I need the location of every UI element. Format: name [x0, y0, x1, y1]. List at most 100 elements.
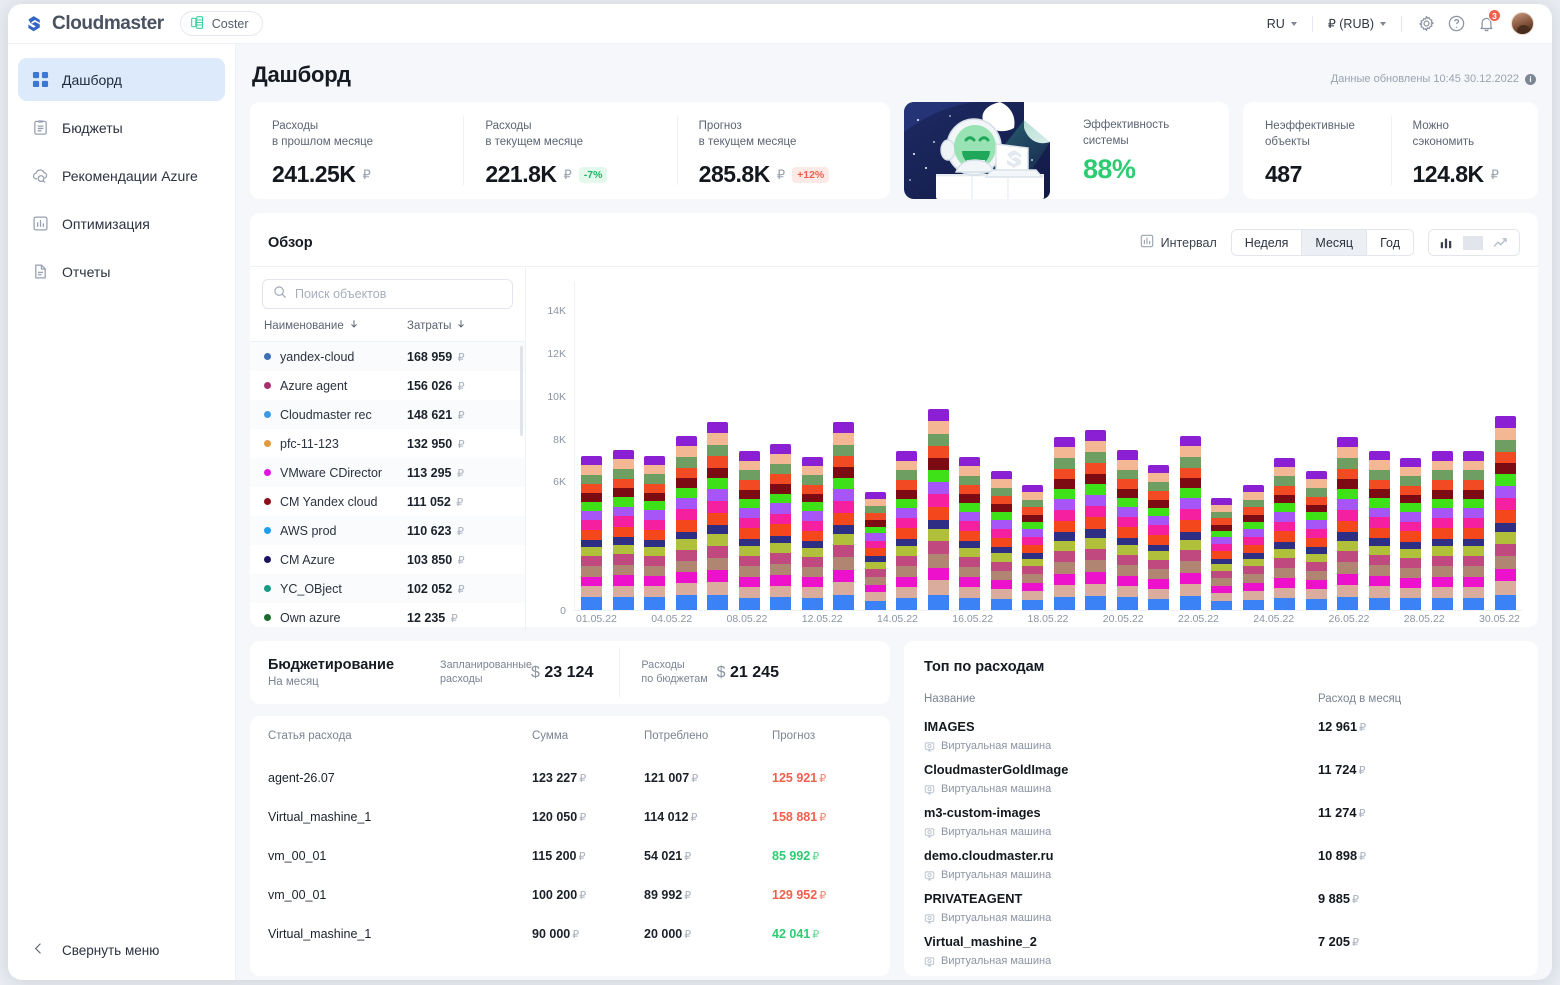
collapse-menu-button[interactable]: Свернуть меню — [8, 942, 235, 958]
search-box[interactable] — [262, 279, 513, 309]
chart-bar[interactable] — [581, 456, 602, 610]
sidebar-item-reports[interactable]: Отчеты — [18, 250, 225, 293]
chart-bar[interactable] — [1085, 430, 1107, 610]
bar-chart-view-button[interactable] — [1429, 236, 1463, 250]
chart-bar[interactable] — [1148, 464, 1170, 610]
chart-bar-segment — [612, 468, 634, 479]
line-chart-view-button[interactable] — [1483, 236, 1519, 250]
chart-bar[interactable] — [927, 409, 949, 610]
chart-bar[interactable] — [1368, 450, 1390, 610]
chart-bar[interactable] — [833, 421, 855, 610]
chart-bar-segment — [1494, 485, 1516, 498]
sort-by-cost[interactable]: Затраты — [407, 319, 511, 332]
object-list-item[interactable]: CM Yandex cloud 111 052 ₽ — [250, 487, 525, 516]
list-item[interactable]: m3-custom-images 11 274 ₽ Виртуальная машин… — [924, 805, 1518, 838]
sort-by-name[interactable]: Наименование — [264, 319, 407, 332]
sidebar-item-optimization[interactable]: Оптимизация — [18, 202, 225, 245]
table-row[interactable]: vm_00_01 100 200 ₽ 89 992 ₽ 129 952 ₽ — [268, 875, 872, 914]
table-row[interactable]: vm_00_01 115 200 ₽ 54 021 ₽ 85 992 ₽ — [268, 836, 872, 875]
budget-subtitle: На месяц — [268, 676, 319, 688]
chart-bar[interactable] — [1242, 484, 1264, 610]
scrollbar-thumb[interactable] — [520, 346, 523, 436]
chart-bar[interactable] — [675, 436, 697, 610]
object-list-item[interactable]: pfc-11-123 132 950 ₽ — [250, 429, 525, 458]
object-list-item[interactable]: Own azure 12 235 ₽ — [250, 603, 525, 632]
chart-bar[interactable] — [1211, 498, 1233, 610]
object-list-item[interactable]: Cloudmaster rec 148 621 ₽ — [250, 400, 525, 429]
chart-bar-segment — [1242, 514, 1264, 522]
sidebar-item-dashboard[interactable]: Дашборд — [18, 58, 225, 101]
gear-icon[interactable] — [1417, 14, 1436, 33]
table-row[interactable]: agent-26.07 123 227 ₽ 121 007 ₽ 125 921 ₽ — [268, 758, 872, 797]
currency-symbol: ₽ — [1352, 894, 1360, 906]
chart-bar[interactable] — [1337, 436, 1359, 610]
chart-bar-segment — [738, 517, 760, 529]
sidebar-item-budgets[interactable]: Бюджеты — [18, 106, 225, 149]
object-list-item[interactable]: AWS prod 110 623 ₽ — [250, 516, 525, 545]
search-input[interactable] — [295, 287, 502, 301]
chart-bar[interactable] — [990, 470, 1012, 610]
avatar[interactable] — [1511, 12, 1534, 35]
x-axis-tick: 20.05.22 — [1102, 613, 1144, 625]
list-item[interactable]: demo.cloudmaster.ru 10 898 ₽ Виртуальная ма… — [924, 848, 1518, 881]
table-row[interactable]: Virtual_mashine_1 90 000 ₽ 20 000 ₽ 42 041 ₽ — [268, 914, 872, 953]
chart-bar[interactable] — [1179, 436, 1201, 610]
chart-bar[interactable] — [1116, 450, 1138, 610]
chart-bar[interactable] — [707, 422, 729, 610]
chart-bar[interactable] — [896, 451, 918, 610]
chart-bar-segment — [1400, 557, 1422, 568]
info-icon[interactable]: i — [1525, 73, 1536, 85]
language-selector[interactable]: RU — [1257, 12, 1307, 36]
object-list-item[interactable]: Azure agent 156 026 ₽ — [250, 371, 525, 400]
chart-bar-segment — [707, 478, 729, 490]
chart-bar[interactable] — [1400, 457, 1422, 610]
list-item[interactable]: Virtual_mashine_2 7 205 ₽ Виртуальная машин… — [924, 934, 1518, 967]
chart-bar[interactable] — [1494, 415, 1516, 610]
chart-bar[interactable] — [612, 449, 634, 610]
budget-item-name: Virtual_mashine_1 — [268, 809, 372, 824]
chart-bar-segment — [1053, 520, 1075, 533]
list-item[interactable]: IMAGES 12 961 ₽ Виртуальная машина — [924, 719, 1518, 752]
chart-bar[interactable] — [959, 457, 981, 610]
chart-bar[interactable] — [770, 443, 792, 610]
overview-header: Обзор Интервал Неделя Месяц Год — [250, 213, 1538, 266]
question-circle-icon[interactable] — [1447, 14, 1466, 33]
chart-bar-segment — [1085, 505, 1107, 518]
chart-bar[interactable] — [1305, 471, 1327, 610]
object-list-item[interactable]: YC_OBject 102 052 ₽ — [250, 574, 525, 603]
chart-bar[interactable] — [1463, 451, 1485, 610]
chart-bar[interactable] — [801, 456, 823, 610]
chart-bar[interactable] — [1274, 457, 1296, 610]
object-list-item[interactable]: yandex-cloud 168 959 ₽ — [250, 342, 525, 371]
chart-bar-segment — [1148, 559, 1170, 570]
chart-bar-segment — [959, 598, 981, 610]
range-week[interactable]: Неделя — [1231, 230, 1303, 255]
object-list-item[interactable]: VMware CDirector 113 295 ₽ — [250, 458, 525, 487]
chart-bar[interactable] — [644, 456, 666, 610]
currency-selector[interactable]: ₽ (RUB) — [1318, 12, 1396, 36]
range-year[interactable]: Год — [1367, 230, 1413, 255]
chart-bar[interactable] — [1022, 484, 1044, 610]
chart-bar[interactable] — [1053, 436, 1075, 610]
chart-bar-segment — [1274, 521, 1296, 532]
bell-icon[interactable]: 3 — [1477, 9, 1501, 33]
chart-bar[interactable] — [1431, 451, 1453, 610]
chart-bar-segment — [927, 554, 949, 568]
brand[interactable]: Cloudmaster — [24, 13, 164, 35]
kpi-row: Расходы в прошлом месяце 241.25K ₽ Расхо… — [250, 102, 1538, 199]
chart-bar-segment — [896, 517, 918, 529]
chart-bar[interactable] — [864, 491, 886, 610]
list-item[interactable]: PRIVATEAGENT 9 885 ₽ Виртуальная машина — [924, 891, 1518, 924]
chart-bar-segment — [896, 451, 918, 461]
chart-bar-segment — [959, 548, 981, 558]
coster-chip[interactable]: Coster — [179, 11, 263, 36]
list-item[interactable]: CloudmasterGoldImage 11 724 ₽ Виртуальная м… — [924, 762, 1518, 795]
interval-button[interactable]: Интервал — [1140, 234, 1217, 251]
table-row[interactable]: Virtual_mashine_1 120 050 ₽ 114 012 ₽ 158 881… — [268, 797, 872, 836]
object-list-item[interactable]: CM Azure 103 850 ₽ — [250, 545, 525, 574]
range-month[interactable]: Месяц — [1302, 230, 1368, 255]
sidebar-item-azure-recommendations[interactable]: Рекомендации Azure — [18, 154, 225, 197]
chart-bar-segment — [644, 510, 666, 520]
chart-bar-segment — [581, 501, 602, 511]
chart-bar[interactable] — [738, 451, 760, 610]
